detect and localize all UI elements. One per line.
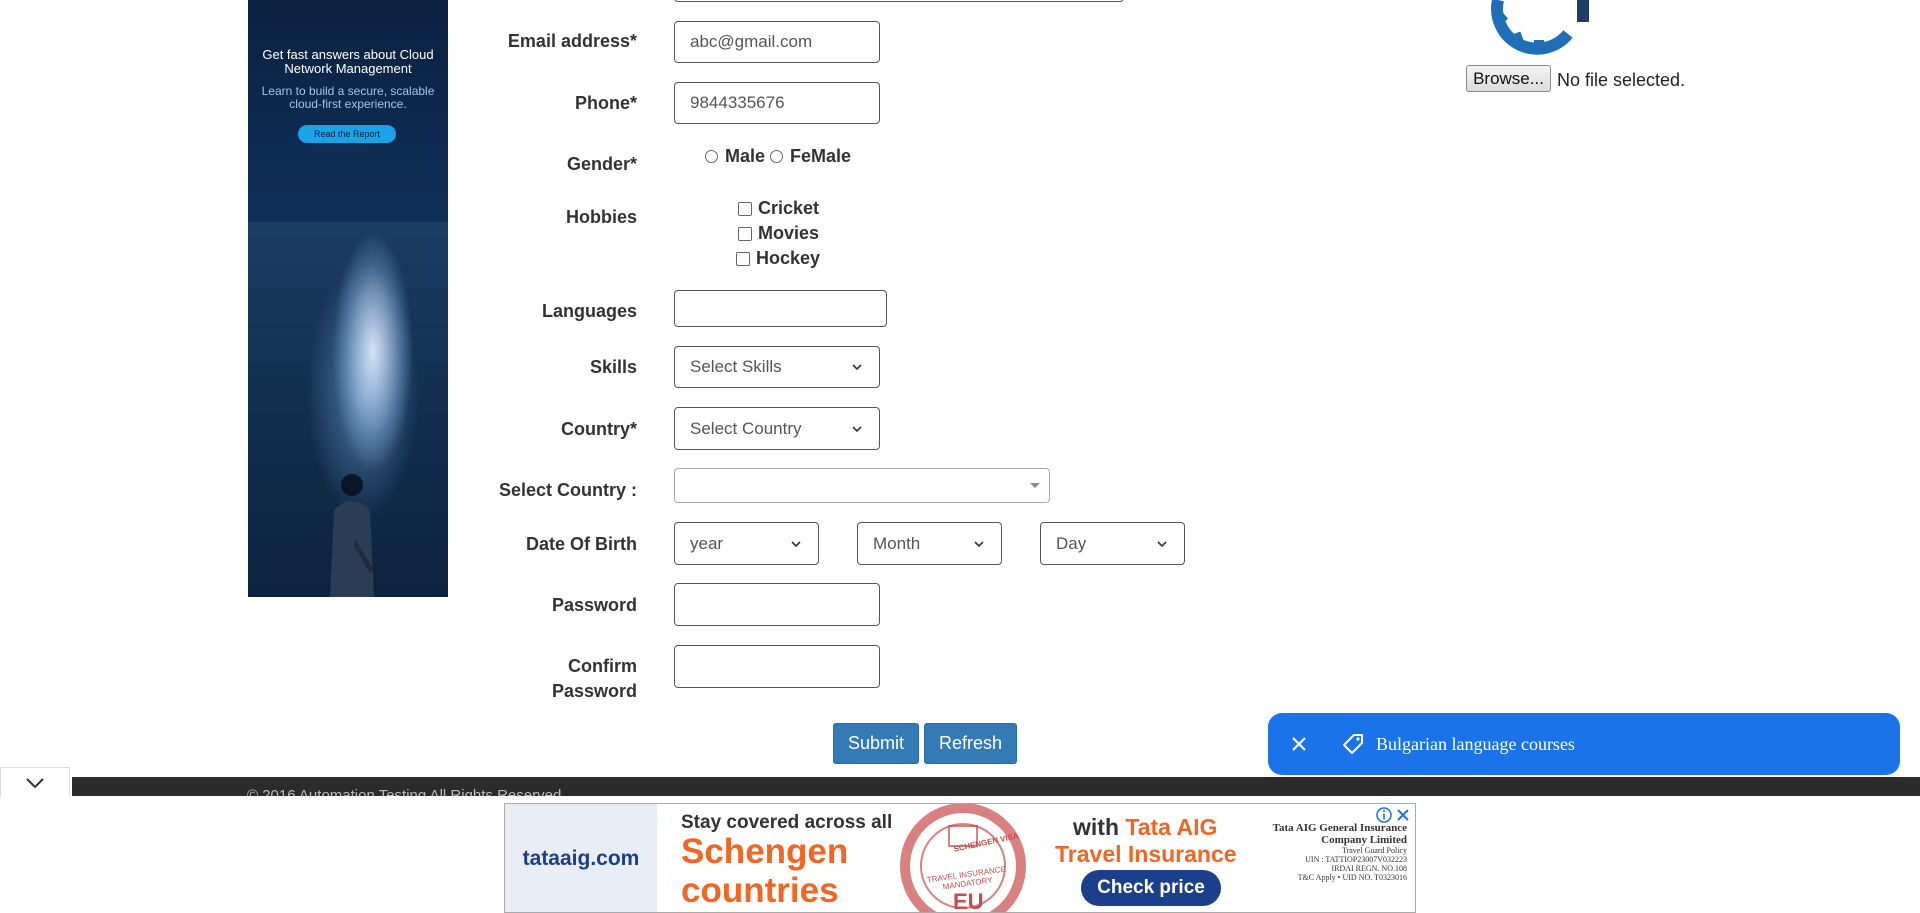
country-select[interactable]: Select Country	[674, 407, 880, 450]
ad-cta-button[interactable]: Check price	[1081, 870, 1221, 906]
ad-legal-line: IRDAI REGN. NO.108	[1331, 864, 1407, 873]
collapse-ad-tab[interactable]	[0, 767, 70, 797]
gender-radio-female[interactable]	[770, 150, 783, 163]
phone-field[interactable]: 9844335676	[674, 82, 880, 124]
file-status: No file selected.	[1557, 70, 1686, 90]
hobbies-label: Hobbies	[565, 207, 637, 227]
confirm-password-label-line1: Confirm	[568, 656, 637, 676]
dob-label: Date Of Birth	[525, 534, 637, 554]
email-field[interactable]: abc@gmail.com	[674, 21, 880, 63]
gear-icon	[1491, 0, 1589, 55]
hobby-option-cricket: Cricket	[758, 198, 820, 218]
browse-button[interactable]: Browse...	[1466, 65, 1551, 92]
toast-text: Bulgarian language courses	[1376, 733, 1575, 754]
ad-legal-line: T&C Apply • UID NO. T0323016	[1297, 873, 1407, 882]
skills-label: Skills	[589, 357, 637, 377]
ad-legal-line: UIN : TATTIOP23007V032223	[1305, 855, 1407, 864]
country-selected: Select Country	[690, 418, 802, 438]
gender-option-female: FeMale	[790, 146, 852, 166]
refresh-button[interactable]: Refresh	[924, 723, 1017, 764]
ad-brand: tataaig.com	[522, 847, 640, 870]
ad-brand-panel: tataaig.com	[505, 804, 657, 912]
side-advertisement[interactable]: Get fast answers about Cloud Network Man…	[248, 0, 448, 597]
chevron-down-icon	[791, 540, 801, 547]
dob-month-select[interactable]: Month	[857, 522, 1002, 565]
caret-down-icon	[1030, 482, 1040, 488]
person-silhouette-icon	[330, 474, 374, 597]
ad-legal: Tata AIG General Insurance Company Limit…	[1227, 822, 1407, 882]
suggestion-toast[interactable]: Bulgarian language courses	[1268, 713, 1900, 775]
tag-icon	[1343, 734, 1363, 754]
bottom-advertisement[interactable]: tataaig.com Stay covered across all Sche…	[504, 803, 1416, 913]
chevron-down-icon	[852, 364, 862, 371]
dob-year-select[interactable]: year	[674, 522, 819, 565]
ad-legal-line: Travel Guard Policy	[1341, 846, 1407, 855]
gender-option-male: Male	[725, 146, 766, 166]
ad-line-b: Travel Insurance	[1055, 841, 1237, 867]
password-field[interactable]	[674, 583, 880, 626]
hobby-option-hockey: Hockey	[756, 248, 821, 268]
email-value: abc@gmail.com	[690, 32, 813, 51]
password-label: Password	[551, 595, 637, 615]
address-textarea-edge[interactable]	[674, 0, 1124, 2]
hobby-option-movies: Movies	[758, 223, 820, 243]
ad-line-a: with Tata AIG	[1073, 814, 1217, 841]
ad-line1: Stay covered across all	[681, 812, 893, 833]
ad-brand-text: Tata AIG	[1125, 814, 1218, 840]
dob-day-select[interactable]: Day	[1040, 522, 1185, 565]
side-ad-cta-button[interactable]: Read the Report	[298, 125, 396, 143]
ad-line2: Schengen	[681, 832, 849, 871]
phone-value: 9844335676	[690, 93, 785, 112]
ad-with-text: with	[1073, 814, 1126, 840]
chevron-down-icon	[1157, 540, 1167, 547]
submit-button[interactable]: Submit	[833, 723, 919, 764]
footer-bar: © 2016 Automation Testing All Rights Res…	[72, 777, 1920, 796]
languages-label: Languages	[541, 301, 637, 321]
close-icon[interactable]	[1290, 735, 1308, 753]
select-country-combobox[interactable]	[674, 468, 1050, 503]
hobby-checkbox-cricket[interactable]	[738, 202, 752, 216]
dob-year-selected: year	[690, 533, 724, 553]
languages-field[interactable]	[674, 290, 887, 327]
ad-info-icon[interactable]	[1375, 806, 1393, 824]
country-label: Country*	[561, 419, 637, 439]
chevron-down-icon	[26, 777, 44, 788]
ad-line3: countries	[681, 871, 839, 910]
phone-label: Phone*	[574, 93, 637, 113]
ad-stamp-eu: EU	[953, 889, 984, 913]
skills-select[interactable]: Select Skills	[674, 346, 880, 388]
dob-month-selected: Month	[873, 533, 921, 553]
email-label: Email address*	[507, 31, 637, 51]
footer-copyright: © 2016 Automation Testing All Rights Res…	[247, 787, 562, 796]
skills-selected: Select Skills	[690, 357, 782, 376]
chevron-down-icon	[852, 425, 862, 432]
select-country-label: Select Country :	[498, 480, 637, 500]
dob-day-selected: Day	[1056, 533, 1087, 553]
ad-close-icon[interactable]	[1395, 807, 1411, 823]
side-ad-headline: Get fast answers about Cloud Network Man…	[262, 47, 434, 76]
ad-legal-line: Company Limited	[1321, 834, 1407, 846]
confirm-password-field[interactable]	[674, 645, 880, 688]
gender-radio-male[interactable]	[705, 150, 718, 163]
hobby-checkbox-movies[interactable]	[738, 227, 752, 241]
gender-label: Gender*	[566, 154, 637, 174]
confirm-password-label-line2: Password	[551, 681, 637, 701]
hobby-checkbox-hockey[interactable]	[736, 252, 750, 266]
chevron-down-icon	[974, 540, 984, 547]
